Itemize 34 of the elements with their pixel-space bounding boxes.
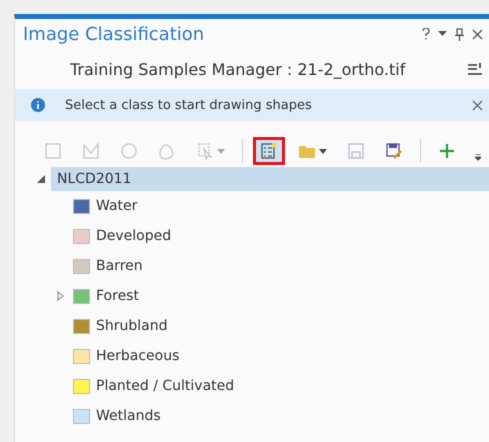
classify-tool-button[interactable]: [252, 137, 285, 165]
overflow-icon[interactable]: [474, 153, 481, 161]
manager-title: Training Samples Manager : 21-2_ortho.tif: [70, 60, 407, 78]
expand-arrow-icon[interactable]: [37, 175, 45, 183]
tree-item[interactable]: NLCD2011: [51, 167, 489, 191]
class-label[interactable]: Barren: [96, 258, 143, 274]
close-icon[interactable]: [472, 100, 483, 110]
menu-icon[interactable]: [467, 62, 483, 76]
pane-title: Image Classification: [23, 24, 206, 44]
add-icon: [438, 142, 456, 160]
list-icon: [260, 142, 278, 160]
class-label[interactable]: Wetlands: [96, 408, 161, 424]
circle-icon: [120, 142, 138, 160]
info-icon: [31, 98, 45, 112]
pin-icon[interactable]: [455, 28, 464, 40]
class-label[interactable]: Developed: [96, 228, 172, 244]
save-icon: [346, 142, 365, 160]
class-label[interactable]: Herbaceous: [96, 348, 180, 364]
save-as-icon: [384, 142, 403, 160]
class-label[interactable]: Water: [96, 198, 138, 214]
dropdown-caret-icon[interactable]: [438, 31, 447, 37]
class-label[interactable]: Planted / Cultivated: [96, 378, 234, 394]
class-label[interactable]: Shrubland: [96, 318, 168, 334]
help-icon[interactable]: [422, 28, 430, 40]
caret-icon: [318, 148, 327, 154]
freehand-shape-icon: [158, 142, 176, 160]
rectangle-icon: [44, 142, 62, 160]
class-label[interactable]: Forest: [96, 288, 139, 304]
expand-arrow-icon[interactable]: [56, 291, 64, 301]
caret-icon: [217, 148, 225, 154]
select-tool-icon: [196, 142, 214, 160]
polygon-icon: [82, 142, 100, 160]
close-icon[interactable]: [472, 28, 483, 40]
info-message: Select a class to start drawing shapes: [65, 98, 313, 112]
